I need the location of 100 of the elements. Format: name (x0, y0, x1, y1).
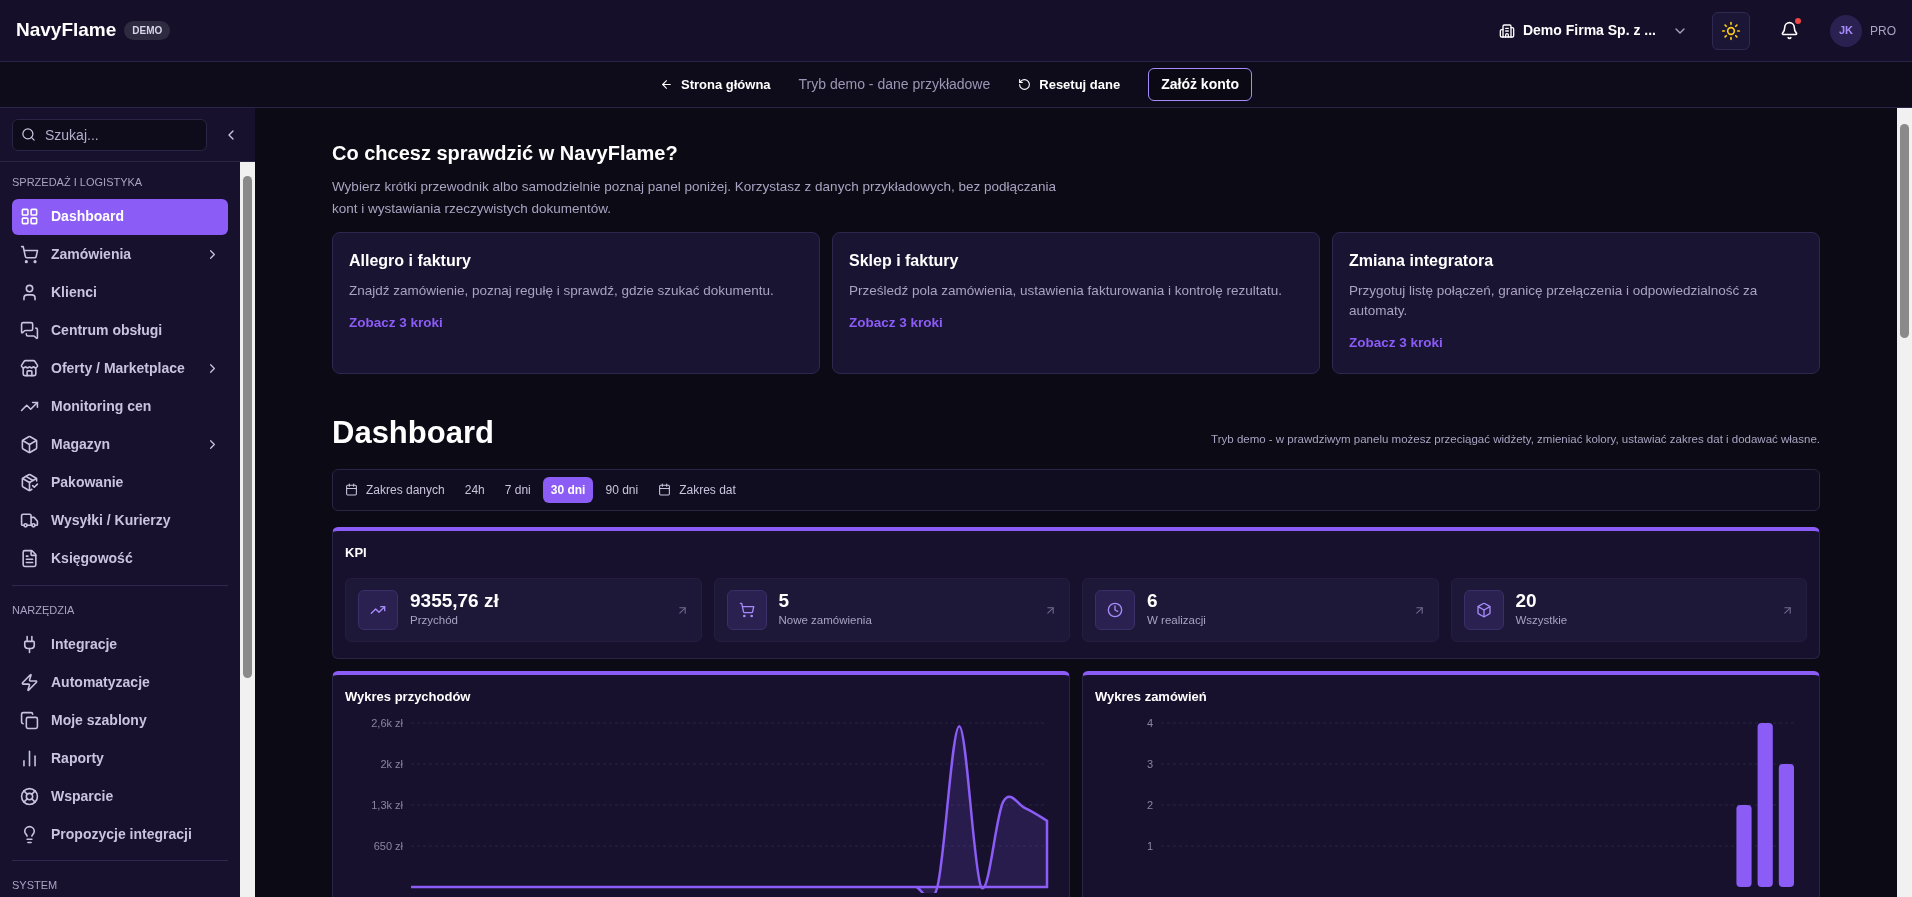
dashboard-icon (20, 207, 39, 226)
sun-icon (1721, 20, 1741, 41)
bell-icon (1780, 21, 1800, 40)
dashboard-title: Dashboard (332, 414, 494, 452)
company-selector[interactable]: Demo Firma Sp. z ... (1498, 20, 1688, 41)
card-title: Zmiana integratora (1349, 251, 1495, 271)
nav-item[interactable]: Magazyn (12, 426, 228, 463)
lifebuoy-icon (20, 786, 39, 806)
nav-item[interactable]: Wysyłki / Kurierzy (12, 502, 228, 539)
avatar[interactable]: JK (1830, 14, 1862, 47)
axis-label: 2k zł (380, 757, 403, 770)
user-icon (20, 283, 39, 302)
steps-link[interactable]: Zobacz 3 kroki (349, 313, 803, 334)
nav-item[interactable]: Księgowość (12, 540, 228, 577)
search-icon (21, 126, 36, 142)
home-link[interactable]: Strona główna (660, 74, 771, 95)
steps-link[interactable]: Zobacz 3 kroki (1349, 333, 1803, 354)
axis-label: 1,3k zł (371, 798, 403, 811)
nav-item[interactable]: Monitoring cen (12, 388, 228, 425)
steps-link[interactable]: Zobacz 3 kroki (849, 313, 1303, 334)
plan-label: PRO (1870, 22, 1896, 40)
nav-item[interactable]: Pakowanie (12, 464, 228, 501)
nav-item[interactable]: Wsparcie (12, 778, 228, 814)
nav-item[interactable]: Klienci (12, 274, 228, 311)
axis-label: 2 (1146, 798, 1153, 811)
date-range-button[interactable]: Zakres dat (658, 480, 736, 499)
theme-toggle[interactable] (1712, 11, 1750, 50)
nav-item[interactable]: Oferty / Marketplace (12, 350, 228, 387)
trend-icon (358, 590, 398, 630)
box-icon (20, 435, 39, 454)
copy-icon (20, 710, 39, 730)
guide-card[interactable]: Zmiana integratora Przygotuj listę połączeń, granicę przełączenia i odpowiedzialność za automaty. Zobacz 3 kroki (1332, 232, 1820, 374)
kpi-value: 6 (1147, 590, 1159, 613)
kpi-label: Nowe zamówienia (778, 613, 873, 629)
arrow-left-icon (660, 78, 673, 91)
reset-button[interactable]: Resetuj dane (1018, 74, 1121, 95)
axis-label: 650 zł (373, 839, 403, 852)
dashboard-hint: Tryb demo - w prawdziwym panelu możesz przeciągać widżety, zmieniać kolory, ustawiać zakres dat i dodawać własne. (1211, 432, 1820, 448)
box-icon (1463, 590, 1504, 630)
nav-item[interactable]: Moje szablony (12, 702, 228, 738)
cart-icon (726, 590, 767, 630)
kpi-card[interactable]: 5 Nowe zamówienia (713, 578, 1070, 642)
range-tab[interactable]: 30 dni (542, 476, 594, 503)
range-tab[interactable]: 24h (456, 476, 493, 503)
guide-card[interactable]: Sklep i faktury Prześledź pola zamówienia, ustawienia fakturowania i kontrolę rezultatu. Zobacz 3 kroki (832, 232, 1320, 374)
building-icon (1498, 22, 1515, 39)
reset-icon (1018, 78, 1032, 91)
intro-title: Co chcesz sprawdzić w NavyFlame? (332, 141, 679, 166)
demo-info: Tryb demo - dane przykładowe (798, 75, 991, 94)
kpi-label: W realizacji (1147, 613, 1207, 629)
clock-icon (1095, 590, 1135, 630)
calendar-icon (658, 483, 672, 496)
nav-item[interactable]: Dashboard (12, 198, 228, 235)
kpi-value: 9355,76 zł (410, 590, 500, 613)
kpi-card[interactable]: 6 W realizacji (1082, 578, 1439, 642)
kpi-value: 5 (778, 590, 791, 613)
nav-item[interactable]: Integracje (12, 626, 228, 662)
lightning-icon (20, 672, 39, 692)
range-tab[interactable]: 90 dni (597, 476, 647, 503)
axis-label: 2,6k zł (371, 716, 403, 729)
panel-title: Wykres zamówień (1095, 688, 1208, 706)
bar-chart-icon (20, 748, 39, 768)
nav-item[interactable]: Zamówienia (12, 236, 228, 273)
cart-icon (20, 245, 39, 264)
section-title: SYSTEM (12, 878, 59, 893)
card-title: Sklep i faktury (849, 251, 960, 271)
axis-label: 4 (1146, 716, 1153, 729)
axis-label: 1 (1146, 839, 1153, 852)
nav-item[interactable]: Automatyzacje (12, 664, 228, 700)
range-tab[interactable]: 7 dni (496, 476, 539, 503)
demo-badge: DEMO (124, 21, 171, 40)
signup-button[interactable]: Załóż konto (1148, 68, 1252, 101)
kpi-label: Przychód (410, 613, 459, 629)
scrollbar[interactable] (240, 162, 255, 897)
nav-item[interactable]: Centrum obsługi (12, 312, 228, 349)
intro-description: Wybierz krótki przewodnik albo samodzielnie poznaj panel poniżej. Korzystasz z danych przykładowych, bez podłączania kont i wystawiania rzeczywistych dokumentów. (332, 178, 1057, 218)
section-title: SPRZEDAŻ I LOGISTYKA (12, 175, 144, 190)
range-label: Zakres danych (345, 480, 445, 499)
nav-item[interactable]: Raporty (12, 740, 228, 776)
card-text: Prześledź pola zamówienia, ustawienia fakturowania i kontrolę rezultatu. (849, 282, 1283, 300)
document-icon (20, 549, 39, 568)
kpi-card[interactable]: 20 Wszystkie (1450, 578, 1807, 642)
kpi-value: 20 (1515, 590, 1538, 613)
kpi-label: Wszystkie (1515, 613, 1569, 629)
calendar-icon (345, 483, 358, 496)
card-title: Allegro i faktury (349, 251, 472, 271)
package-icon (20, 473, 39, 492)
panel-title: KPI (345, 543, 368, 562)
guide-card[interactable]: Allegro i faktury Znajdź zamówienie, poznaj regułę i sprawdź, gdzie szukać dokumentu. Zobacz 3 kroki (332, 232, 820, 374)
logo[interactable]: NavyFlame (16, 16, 117, 45)
card-text: Znajdź zamówienie, poznaj regułę i sprawdź, gdzie szukać dokumentu. (349, 282, 775, 300)
panel-title: Wykres przychodów (345, 688, 472, 706)
kpi-card[interactable]: 9355,76 zł Przychód (345, 578, 702, 642)
scrollbar[interactable] (1897, 108, 1912, 897)
section-title: NARZĘDZIA (12, 602, 76, 618)
axis-label: 3 (1146, 757, 1153, 770)
truck-icon (20, 511, 39, 530)
nav-item[interactable]: Propozycje integracji (12, 816, 228, 852)
search-field[interactable]: Szukaj... (12, 118, 207, 151)
store-icon (20, 359, 39, 378)
